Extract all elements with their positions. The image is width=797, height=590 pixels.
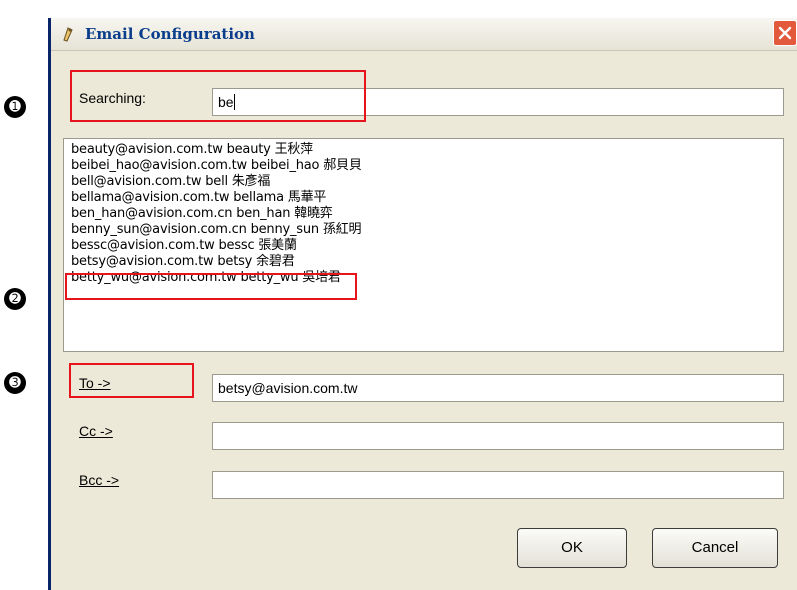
search-input-value: be <box>218 94 234 110</box>
list-item[interactable]: betty_wu@avision.com.tw betty_wu 吳培君 <box>71 270 776 286</box>
callout-1: ➊ <box>4 96 26 118</box>
text-caret <box>233 94 235 110</box>
list-item[interactable]: beauty@avision.com.tw beauty 王秋萍 <box>71 142 776 158</box>
ok-button[interactable]: OK <box>517 528 627 568</box>
callout-2: ➋ <box>4 288 26 310</box>
cc-field[interactable] <box>212 422 784 450</box>
callout-3: ➌ <box>4 372 26 394</box>
dialog-title: Email Configuration <box>85 25 255 43</box>
list-item[interactable]: bessc@avision.com.tw bessc 張美蘭 <box>71 238 776 254</box>
to-button[interactable]: To -> <box>79 375 111 391</box>
list-item[interactable]: bell@avision.com.tw bell 朱彥福 <box>71 174 776 190</box>
close-icon <box>778 26 792 40</box>
bcc-field[interactable] <box>212 471 784 499</box>
search-label: Searching: <box>79 90 146 106</box>
bcc-button[interactable]: Bcc -> <box>79 472 119 488</box>
cc-button[interactable]: Cc -> <box>79 423 113 439</box>
list-item[interactable]: ben_han@avision.com.cn ben_han 韓曉弈 <box>71 206 776 222</box>
email-configuration-dialog: Email Configuration Searching: be beauty… <box>48 18 797 590</box>
to-field[interactable]: betsy@avision.com.tw <box>212 374 784 402</box>
cancel-button[interactable]: Cancel <box>652 528 778 568</box>
address-list[interactable]: beauty@avision.com.tw beauty 王秋萍 beibei_… <box>63 138 784 352</box>
list-item[interactable]: bellama@avision.com.tw bellama 馬華平 <box>71 190 776 206</box>
list-item[interactable]: beibei_hao@avision.com.tw beibei_hao 郝貝貝 <box>71 158 776 174</box>
search-input[interactable]: be <box>212 88 784 116</box>
list-item[interactable]: benny_sun@avision.com.cn benny_sun 孫紅明 <box>71 222 776 238</box>
title-bar: Email Configuration <box>51 18 797 51</box>
app-icon <box>63 27 73 42</box>
close-button[interactable] <box>773 20 797 46</box>
list-item[interactable]: betsy@avision.com.tw betsy 余碧君 <box>71 254 776 270</box>
